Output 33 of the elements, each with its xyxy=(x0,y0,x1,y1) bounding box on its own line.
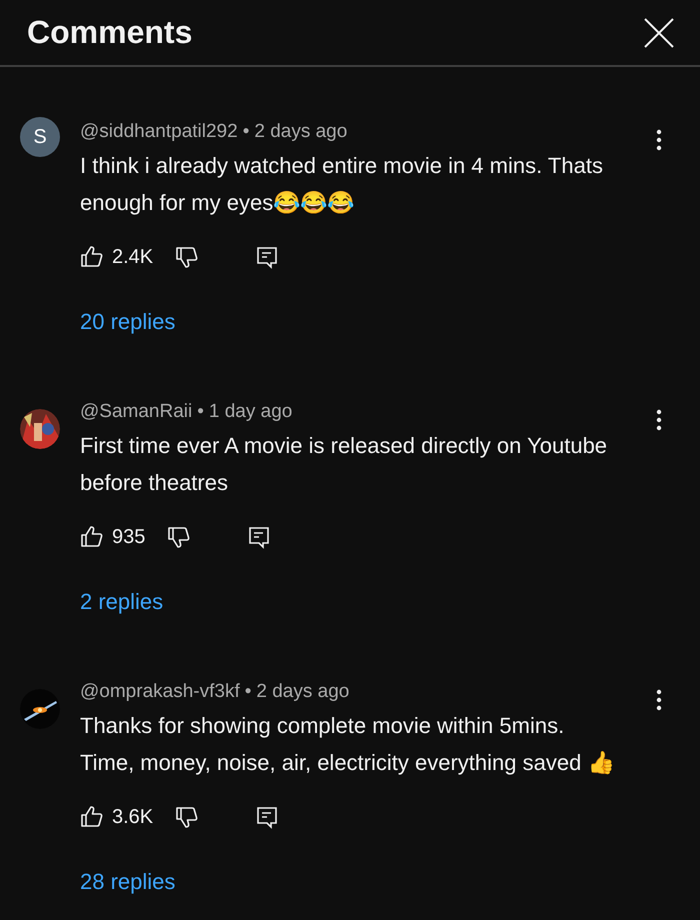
dislike-icon[interactable] xyxy=(167,525,192,549)
comment-time: 2 days ago xyxy=(256,681,350,703)
more-icon[interactable] xyxy=(656,129,662,151)
dislike-icon[interactable] xyxy=(175,805,200,829)
replies-link[interactable]: 20 replies xyxy=(80,309,656,335)
close-icon[interactable] xyxy=(644,18,674,48)
separator-dot: • xyxy=(242,121,250,143)
comment-time: 2 days ago xyxy=(254,121,348,143)
separator-dot: • xyxy=(244,681,252,703)
comment-time: 1 day ago xyxy=(208,401,292,423)
avatar[interactable]: S xyxy=(20,117,60,157)
like-icon[interactable] xyxy=(80,245,104,269)
comment-text: First time ever A movie is released directly on Youtube before theatres xyxy=(80,432,608,497)
like-count: 3.6K xyxy=(112,806,154,828)
more-icon[interactable] xyxy=(656,409,662,431)
comment-author[interactable]: @siddhantpatil292 xyxy=(80,121,238,143)
panel-title: Comments xyxy=(27,14,192,51)
like-count: 935 xyxy=(112,526,146,548)
reply-icon[interactable] xyxy=(255,805,280,829)
reply-icon[interactable] xyxy=(255,245,280,269)
reply-icon[interactable] xyxy=(247,525,272,549)
comment-author[interactable]: @omprakash-vf3kf xyxy=(80,681,240,703)
replies-link[interactable]: 2 replies xyxy=(80,589,656,615)
more-icon[interactable] xyxy=(656,689,662,711)
comment-author[interactable]: @SamanRaii xyxy=(80,401,192,423)
like-count: 2.4K xyxy=(112,246,154,268)
replies-link[interactable]: 28 replies xyxy=(80,869,656,895)
separator-dot: • xyxy=(197,401,204,423)
comment-text: I think i already watched entire movie in 4 mins. Thats enough for my eyes😂😂😂 xyxy=(80,152,604,217)
like-icon[interactable] xyxy=(80,805,104,829)
like-icon[interactable] xyxy=(80,525,104,549)
comment-text: Thanks for showing complete movie within 5mins. Time, money, noise, air, electricity everything saved 👍 xyxy=(80,712,615,777)
dislike-icon[interactable] xyxy=(175,245,200,269)
